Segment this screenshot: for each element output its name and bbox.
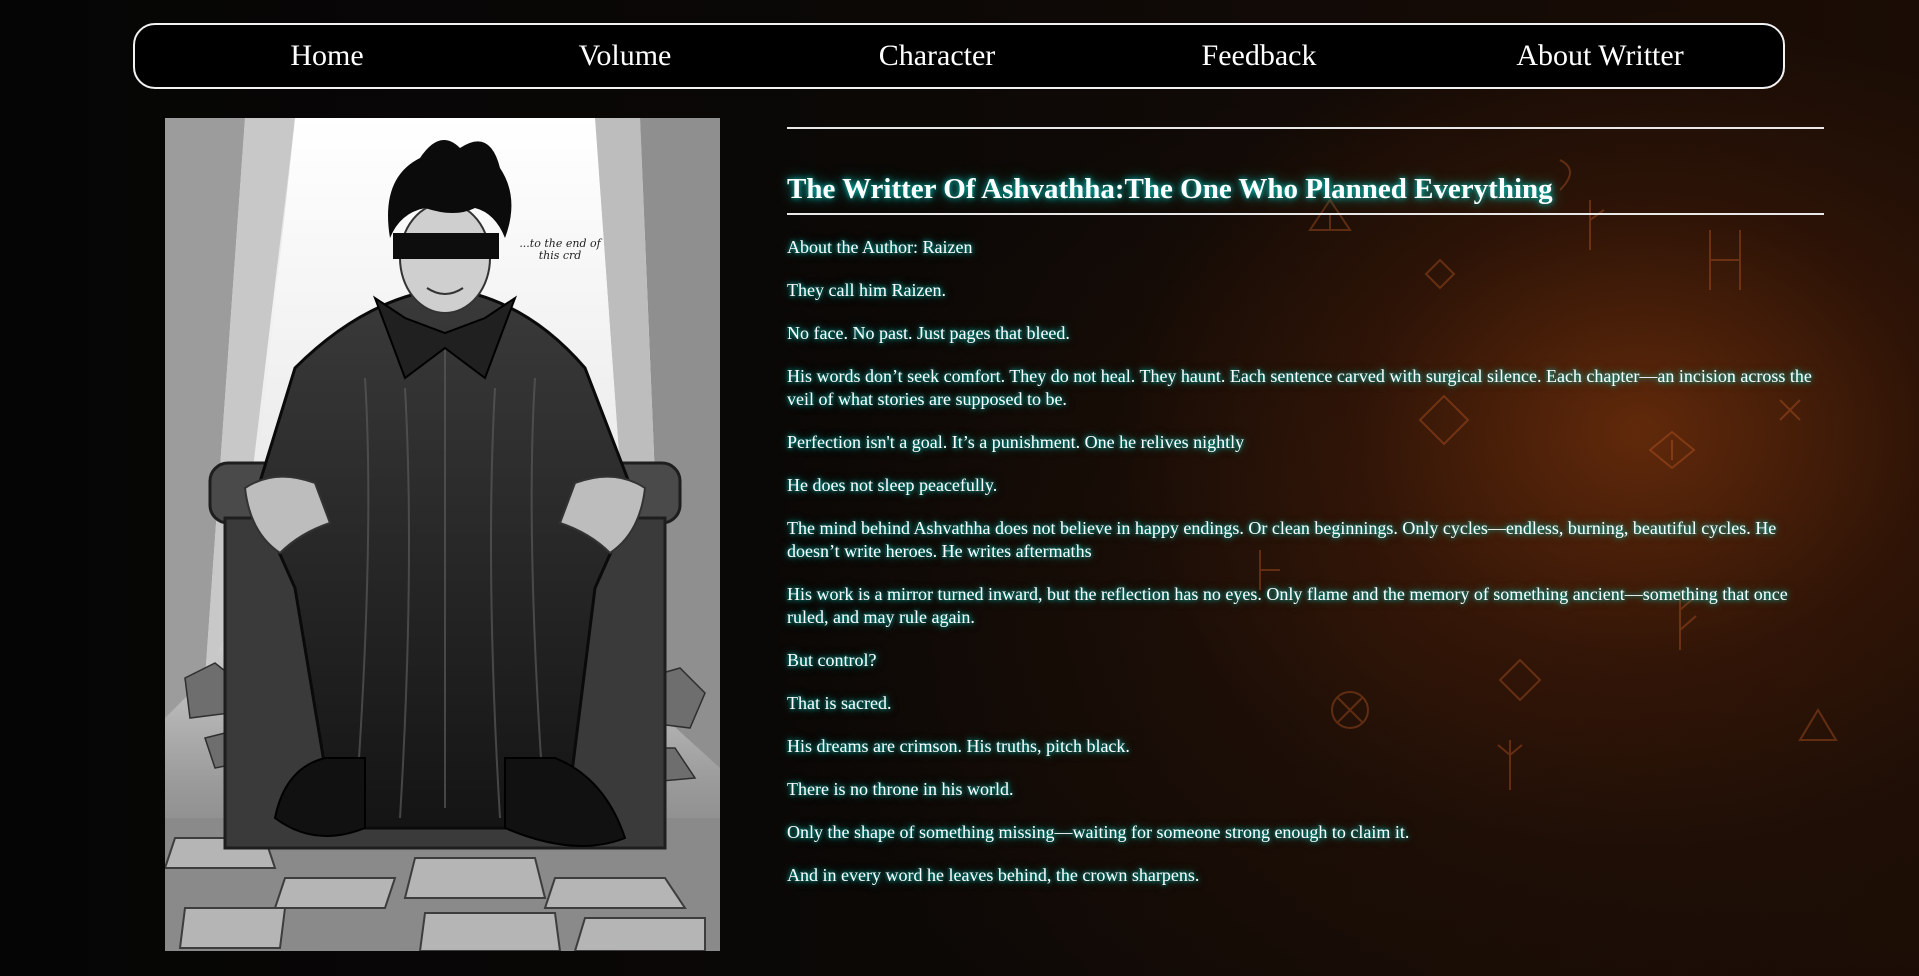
paragraph: He does not sleep peacefully. [787, 475, 998, 495]
paragraph: His work is a mirror turned inward, but … [787, 584, 1788, 627]
main-nav: Home Volume Character Feedback About Wri… [133, 23, 1785, 89]
about-author-article: The Writter Of Ashvathha:The One Who Pla… [787, 118, 1825, 885]
nav-home-link[interactable]: Home [272, 25, 382, 87]
paragraph: That is sacred. [787, 693, 892, 713]
paragraph: And in every word he leaves behind, the … [787, 865, 1200, 885]
paragraph: There is no throne in his world. [787, 779, 1014, 799]
nav-character-link[interactable]: Character [847, 25, 1027, 87]
page-title: The Writter Of Ashvathha:The One Who Pla… [787, 173, 1553, 206]
paragraph: About the Author: Raizen [787, 237, 973, 257]
title-divider-top [787, 127, 1824, 129]
author-portrait-image: ...to the end of this crd [165, 118, 720, 951]
portrait-caption: ...to the end of this crd [519, 237, 601, 262]
paragraph: Perfection isn't a goal. It’s a punishme… [787, 432, 1245, 452]
paragraph: Only the shape of something missing—wait… [787, 822, 1410, 842]
nav-about-writter-link[interactable]: About Writter [1490, 25, 1710, 87]
nav-volume-link[interactable]: Volume [555, 25, 695, 87]
paragraph: No face. No past. Just pages that bleed. [787, 323, 1070, 343]
article-body: About the Author: Raizen They call him R… [787, 236, 1827, 907]
title-divider-bottom [787, 213, 1824, 215]
nav-feedback-link[interactable]: Feedback [1169, 25, 1349, 87]
paragraph: The mind behind Ashvathha does not belie… [787, 518, 1777, 561]
paragraph: His dreams are crimson. His truths, pitc… [787, 736, 1130, 756]
paragraph: His words don’t seek comfort. They do no… [787, 366, 1812, 409]
paragraph: But control? [787, 650, 877, 670]
paragraph: They call him Raizen. [787, 280, 946, 300]
